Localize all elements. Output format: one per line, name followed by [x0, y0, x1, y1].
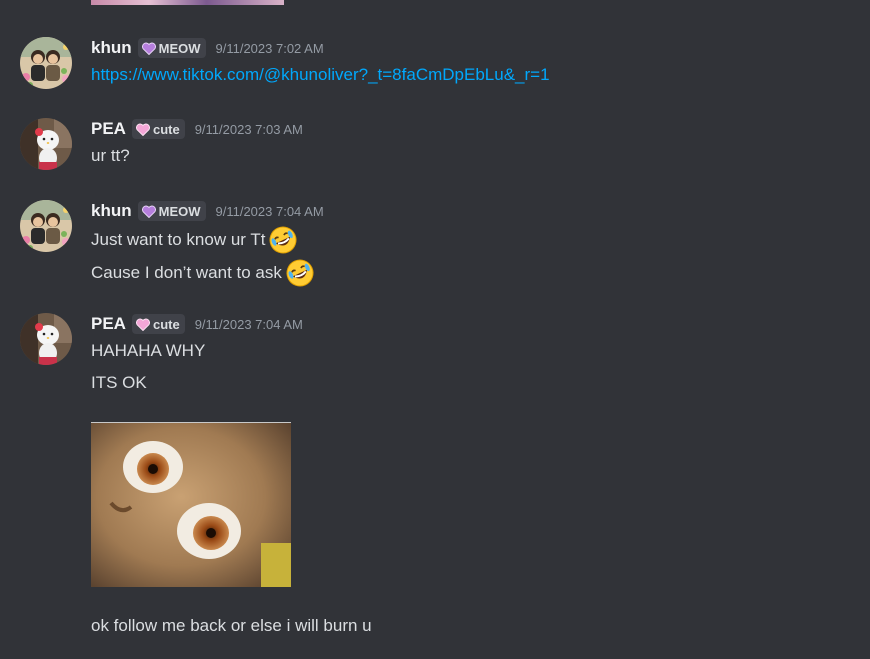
message-header: PEA cute 9/11/2023 7:03 AM — [91, 118, 303, 140]
timestamp[interactable]: 9/11/2023 7:03 AM — [195, 122, 303, 137]
username[interactable]: khun — [91, 201, 132, 221]
user-tag[interactable]: cute — [131, 314, 185, 334]
avatar[interactable] — [20, 37, 72, 89]
timestamp[interactable]: 9/11/2023 7:04 AM — [195, 317, 303, 332]
message-header: PEA cute 9/11/2023 7:04 AM — [91, 313, 303, 335]
tiktok-link[interactable]: https://www.tiktok.com/@khunoliver?_t=8f… — [91, 63, 550, 87]
purple-heart-icon — [141, 42, 156, 55]
user-tag[interactable]: MEOW — [137, 38, 206, 58]
pink-heart-icon — [135, 123, 150, 136]
avatar[interactable] — [20, 200, 72, 252]
message-content: ok follow me back or else i will burn u — [91, 614, 372, 638]
message-content: ITS OK — [91, 371, 147, 395]
message-text: ur tt? — [91, 146, 130, 165]
tag-label: MEOW — [158, 40, 201, 56]
message-content: https://www.tiktok.com/@khunoliver?_t=8f… — [91, 63, 550, 87]
avatar[interactable] — [20, 118, 72, 170]
rolling-on-floor-laughing-emoji[interactable] — [268, 225, 298, 255]
message-text: ok follow me back or else i will burn u — [91, 616, 372, 635]
message-text: Just want to know ur Tt — [91, 230, 266, 249]
message-content: ur tt? — [91, 144, 130, 168]
message-content: Just want to know ur Tt — [91, 225, 298, 255]
rolling-on-floor-laughing-emoji[interactable] — [285, 258, 315, 288]
tag-label: MEOW — [158, 203, 201, 219]
previous-image-attachment[interactable] — [91, 0, 284, 5]
image-attachment[interactable] — [91, 423, 291, 587]
message-content: HAHAHA WHY — [91, 339, 205, 363]
message-header: khun MEOW 9/11/2023 7:02 AM — [91, 37, 324, 59]
username[interactable]: PEA — [91, 314, 126, 334]
username[interactable]: khun — [91, 38, 132, 58]
tag-label: cute — [152, 121, 180, 137]
avatar[interactable] — [20, 313, 72, 365]
user-tag[interactable]: cute — [131, 119, 185, 139]
pink-heart-icon — [135, 318, 150, 331]
message-header: khun MEOW 9/11/2023 7:04 AM — [91, 200, 324, 222]
message-content: Cause I don’t want to ask — [91, 258, 315, 288]
message-text: ITS OK — [91, 373, 147, 392]
message-text: HAHAHA WHY — [91, 341, 206, 360]
username[interactable]: PEA — [91, 119, 126, 139]
timestamp[interactable]: 9/11/2023 7:04 AM — [216, 204, 324, 219]
tag-label: cute — [152, 316, 180, 332]
message-text: Cause I don’t want to ask — [91, 263, 282, 282]
chat-messages: khun MEOW 9/11/2023 7:02 AM https://www.… — [0, 0, 870, 659]
timestamp[interactable]: 9/11/2023 7:02 AM — [216, 41, 324, 56]
user-tag[interactable]: MEOW — [137, 201, 206, 221]
purple-heart-icon — [141, 205, 156, 218]
